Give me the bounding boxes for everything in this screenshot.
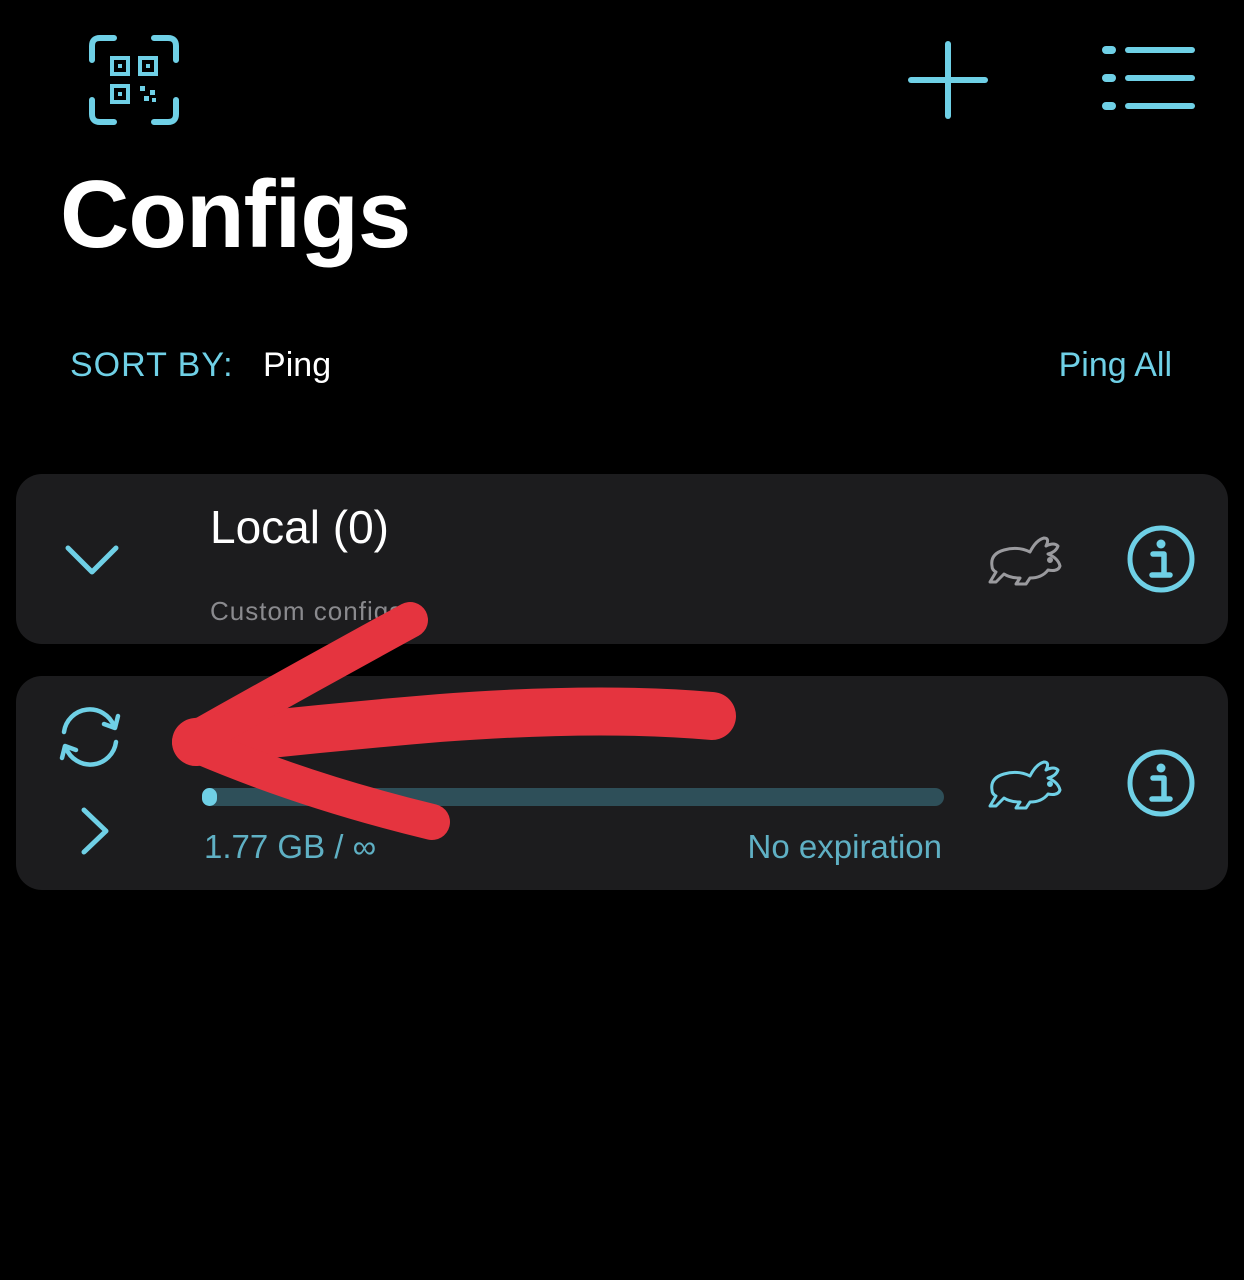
ping-all-button[interactable]: Ping All <box>1059 346 1172 385</box>
config-group-local[interactable]: Local (0) Custom configs <box>16 474 1228 644</box>
group-name: Local (0) <box>210 501 389 553</box>
sort-row: SORT BY: Ping <box>70 346 331 385</box>
configs-screen: Configs SORT BY: Ping Ping All Local (0)… <box>0 0 1244 1280</box>
usage-label: 1.77 GB / ∞ <box>204 828 377 865</box>
config-group-subscription[interactable]: 1.77 GB / ∞ No expiration <box>16 676 1228 890</box>
sort-label: SORT BY: <box>70 346 234 384</box>
qr-code-scan-icon <box>89 35 179 125</box>
expiration-label: No expiration <box>747 828 942 865</box>
info-icon[interactable] <box>1126 524 1196 594</box>
rabbit-icon[interactable] <box>986 532 1066 588</box>
usage-progress-fill <box>202 788 217 806</box>
info-icon[interactable] <box>1126 748 1196 818</box>
list-menu-icon <box>1102 46 1195 110</box>
menu-button[interactable] <box>1098 42 1198 114</box>
refresh-icon[interactable] <box>52 704 128 770</box>
group-description: Custom configs <box>210 596 404 626</box>
plus-icon <box>908 41 988 119</box>
page-title: Configs <box>60 161 411 268</box>
sort-value[interactable]: Ping <box>263 346 331 384</box>
rabbit-icon[interactable] <box>986 756 1066 812</box>
add-config-button[interactable] <box>906 40 990 120</box>
chevron-right-icon[interactable] <box>78 806 112 856</box>
chevron-down-icon[interactable] <box>64 544 120 578</box>
qr-scan-button[interactable] <box>86 32 182 128</box>
usage-progress-bar <box>202 788 944 806</box>
